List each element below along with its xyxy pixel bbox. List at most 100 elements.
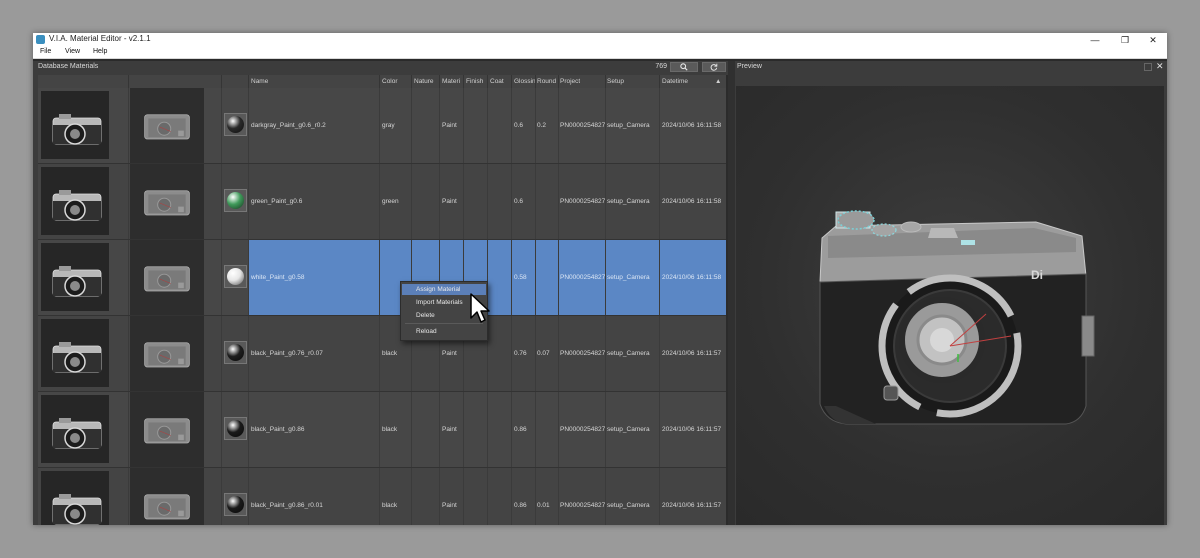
- table-row[interactable]: darkgray_Paint_g0.6_r0.2 gray Paint 0.6 0.2 P…: [38, 88, 726, 164]
- search-icon: [680, 63, 688, 71]
- preview-close-button[interactable]: ✕: [1156, 61, 1164, 72]
- cell-name: black_Paint_g0.86_r0.01: [251, 502, 323, 509]
- cell-setup: setup_Camera: [607, 426, 650, 433]
- column-coat[interactable]: Coat: [490, 78, 504, 85]
- table-row[interactable]: black_Paint_g0.86_r0.01 black Paint 0.86 0.0…: [38, 468, 726, 525]
- cell-material: Paint: [442, 198, 457, 205]
- render-thumbnail: [41, 167, 109, 235]
- cell-material: Paint: [442, 122, 457, 129]
- material-swatch: [224, 189, 247, 212]
- column-color[interactable]: Color: [382, 78, 398, 85]
- render-thumbnail: [41, 91, 109, 159]
- cell-name: green_Paint_g0.6: [251, 198, 303, 205]
- refresh-icon: [710, 63, 718, 71]
- camera-badge: Di: [1031, 268, 1043, 282]
- cell-project: PN0000254827: [560, 122, 606, 129]
- cell-name: black_Paint_g0.86: [251, 426, 305, 433]
- cell-datetime: 2024/10/06 16:11:57: [662, 502, 722, 509]
- cell-datetime: 2024/10/06 16:11:57: [662, 426, 722, 433]
- materials-table: darkgray_Paint_g0.6_r0.2 gray Paint 0.6 0.2 P…: [38, 88, 726, 525]
- cell-setup: setup_Camera: [607, 502, 650, 509]
- wireframe-thumbnail: [130, 316, 204, 391]
- material-count: 769: [655, 63, 667, 70]
- table-header: Name Color Nature Materi Finish Coat Glo…: [38, 75, 726, 89]
- search-button[interactable]: [670, 62, 698, 72]
- wireframe-thumbnail: [130, 240, 204, 315]
- material-swatch: [224, 493, 247, 516]
- column-project[interactable]: Project: [560, 78, 580, 85]
- table-row[interactable]: black_Paint_g0.86 black Paint 0.86 PN0000254…: [38, 392, 726, 468]
- render-thumbnail: [41, 243, 109, 311]
- cell-setup: setup_Camera: [607, 350, 650, 357]
- cell-color: black: [382, 350, 398, 357]
- menu-delete-label: Delete: [416, 312, 435, 319]
- wireframe-thumbnail: [130, 468, 204, 525]
- panel-splitter[interactable]: [728, 61, 735, 525]
- material-swatch: [224, 341, 247, 364]
- app-window: V.I.A. Material Editor - v2.1.1 — ❐ ✕ Fi…: [33, 33, 1167, 525]
- cell-gloss: 0.86: [514, 502, 527, 509]
- column-glossiness[interactable]: Glossin: [514, 78, 535, 85]
- menu-reload-label: Reload: [416, 328, 437, 335]
- minimize-button[interactable]: —: [1081, 33, 1109, 47]
- cell-project: PN0000254827: [560, 274, 606, 281]
- cell-datetime: 2024/10/06 16:11:57: [662, 350, 722, 357]
- cell-round: 0.2: [537, 122, 547, 129]
- cell-gloss: 0.58: [514, 274, 527, 281]
- render-thumbnail: [41, 319, 109, 387]
- table-row[interactable]: black_Paint_g0.76_r0.07 black Paint 0.76 0.0…: [38, 316, 726, 392]
- material-swatch: [224, 417, 247, 440]
- database-header: Database Materials 769: [33, 61, 728, 74]
- menu-file[interactable]: File: [40, 48, 51, 55]
- cell-gloss: 0.76: [514, 350, 527, 357]
- cell-color: green: [382, 198, 399, 205]
- cell-material: Paint: [442, 350, 457, 357]
- table-row[interactable]: white_Paint_g0.58 0.58 PN0000254827 setup_C…: [38, 240, 726, 316]
- column-round[interactable]: Round: [537, 78, 556, 85]
- wireframe-thumbnail: [130, 164, 204, 239]
- cell-color: black: [382, 502, 398, 509]
- column-setup[interactable]: Setup: [607, 78, 624, 85]
- cell-name: white_Paint_g0.58: [251, 274, 305, 281]
- database-label: Database Materials: [38, 63, 99, 70]
- preview-header: Preview ✕: [735, 61, 1167, 74]
- material-swatch: [224, 113, 247, 136]
- cell-material: Paint: [442, 426, 457, 433]
- render-thumbnail: [41, 395, 109, 463]
- cell-project: PN0000254827: [560, 426, 606, 433]
- cell-datetime: 2024/10/06 16:11:58: [662, 198, 722, 205]
- preview-maximize-button[interactable]: [1144, 63, 1152, 71]
- cell-setup: setup_Camera: [607, 274, 650, 281]
- material-swatch: [224, 265, 247, 288]
- mouse-cursor-icon: [470, 293, 490, 323]
- wireframe-thumbnail: [130, 88, 204, 163]
- column-material[interactable]: Materi: [442, 78, 462, 85]
- column-nature[interactable]: Nature: [414, 78, 434, 85]
- render-thumbnail: [41, 471, 109, 525]
- cell-project: PN0000254827: [560, 502, 606, 509]
- app-icon: [36, 35, 45, 44]
- menu-view[interactable]: View: [65, 48, 80, 55]
- menu-reload[interactable]: Reload: [402, 326, 486, 337]
- cell-project: PN0000254827: [560, 198, 606, 205]
- menu-import-materials-label: Import Materials: [416, 299, 463, 306]
- close-button[interactable]: ✕: [1139, 33, 1167, 47]
- preview-label: Preview: [737, 63, 762, 70]
- column-datetime[interactable]: Datetime: [662, 78, 688, 85]
- preview-viewport[interactable]: Di: [736, 86, 1164, 525]
- column-finish[interactable]: Finish: [466, 78, 483, 85]
- cell-setup: setup_Camera: [607, 122, 650, 129]
- maximize-button[interactable]: ❐: [1111, 33, 1139, 47]
- menu-help[interactable]: Help: [93, 48, 107, 55]
- sort-indicator: ▲: [715, 78, 722, 85]
- cell-project: PN0000254827: [560, 350, 606, 357]
- cell-name: black_Paint_g0.76_r0.07: [251, 350, 323, 357]
- cell-datetime: 2024/10/06 16:11:58: [662, 274, 722, 281]
- refresh-button[interactable]: [702, 62, 726, 72]
- wireframe-thumbnail: [130, 392, 204, 467]
- table-row[interactable]: green_Paint_g0.6 green Paint 0.6 PN000025482…: [38, 164, 726, 240]
- column-name[interactable]: Name: [251, 78, 268, 85]
- cell-color: black: [382, 426, 398, 433]
- window-title: V.I.A. Material Editor - v2.1.1: [49, 34, 151, 43]
- camera-model: Di: [819, 210, 1095, 425]
